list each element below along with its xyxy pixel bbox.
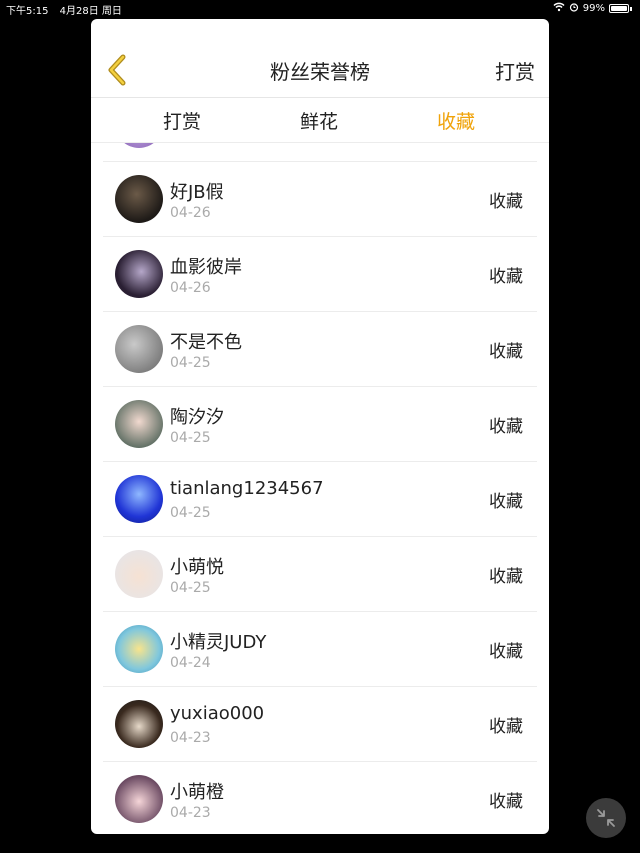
status-date: 4月28日 周日 bbox=[59, 6, 122, 17]
avatar bbox=[115, 625, 163, 673]
nav-bar: 粉丝荣誉榜 打赏 bbox=[91, 19, 549, 98]
list-item[interactable]: 好JB假 04-26 收藏 bbox=[103, 162, 537, 237]
collapse-icon bbox=[597, 809, 615, 827]
favorite-label: 收藏 bbox=[489, 417, 523, 437]
fan-list[interactable]: 04-27 好JB假 04-26 收藏 血影彼岸 04-26 收藏 不是不色 0… bbox=[103, 143, 537, 834]
minimize-button[interactable] bbox=[586, 798, 626, 838]
reward-button[interactable]: 打赏 bbox=[495, 56, 535, 85]
fan-date: 04-27 bbox=[170, 143, 211, 146]
avatar bbox=[115, 400, 163, 448]
avatar bbox=[115, 175, 163, 223]
list-item[interactable]: 小萌橙 04-23 收藏 bbox=[103, 762, 537, 834]
fan-date: 04-24 bbox=[170, 655, 211, 671]
tab-reward[interactable]: 打赏 bbox=[163, 107, 201, 134]
tab-flowers[interactable]: 鲜花 bbox=[300, 107, 338, 134]
favorite-label: 收藏 bbox=[489, 492, 523, 512]
alarm-icon bbox=[569, 2, 579, 15]
favorite-label: 收藏 bbox=[489, 642, 523, 662]
list-item[interactable]: 血影彼岸 04-26 收藏 bbox=[103, 237, 537, 312]
favorite-label: 收藏 bbox=[489, 717, 523, 737]
avatar bbox=[115, 143, 163, 148]
list-item[interactable]: 小萌悦 04-25 收藏 bbox=[103, 537, 537, 612]
list-item[interactable]: yuxiao000 04-23 收藏 bbox=[103, 687, 537, 762]
avatar bbox=[115, 250, 163, 298]
fan-name: 血影彼岸 bbox=[170, 257, 242, 278]
list-item[interactable]: tianlang1234567 04-25 收藏 bbox=[103, 462, 537, 537]
status-bar: 下午5:15 4月28日 周日 99% bbox=[0, 0, 640, 17]
list-item[interactable]: 不是不色 04-25 收藏 bbox=[103, 312, 537, 387]
fan-name: 小精灵JUDY bbox=[170, 632, 267, 653]
fan-date: 04-25 bbox=[170, 430, 211, 446]
favorite-label: 收藏 bbox=[489, 267, 523, 287]
fan-name: 小萌橙 bbox=[170, 782, 224, 803]
fan-date: 04-25 bbox=[170, 505, 211, 521]
tab-bar: 打赏 鲜花 收藏 bbox=[91, 98, 549, 143]
fan-name: yuxiao000 bbox=[170, 703, 265, 724]
avatar bbox=[115, 775, 163, 823]
favorite-label: 收藏 bbox=[489, 342, 523, 362]
favorite-label: 收藏 bbox=[489, 192, 523, 212]
battery-icon bbox=[609, 4, 629, 13]
fan-date: 04-26 bbox=[170, 280, 211, 296]
fan-name: 不是不色 bbox=[170, 332, 242, 353]
favorite-label: 收藏 bbox=[489, 567, 523, 587]
status-right: 99% bbox=[553, 2, 632, 15]
list-item[interactable]: 04-27 bbox=[103, 143, 537, 162]
wifi-icon bbox=[553, 2, 565, 15]
fan-name: tianlang1234567 bbox=[170, 478, 324, 499]
fan-name: 陶汐汐 bbox=[170, 407, 224, 428]
status-time-date: 下午5:15 4月28日 周日 bbox=[6, 2, 122, 17]
fan-date: 04-25 bbox=[170, 580, 211, 596]
tab-favorites[interactable]: 收藏 bbox=[437, 107, 475, 134]
avatar bbox=[115, 475, 163, 523]
avatar bbox=[115, 700, 163, 748]
list-item[interactable]: 小精灵JUDY 04-24 收藏 bbox=[103, 612, 537, 687]
fan-ranking-panel: 粉丝荣誉榜 打赏 打赏 鲜花 收藏 04-27 好JB假 04-26 收藏 血影… bbox=[91, 19, 549, 834]
page-title: 粉丝荣誉榜 bbox=[270, 60, 370, 84]
list-item[interactable]: 陶汐汐 04-25 收藏 bbox=[103, 387, 537, 462]
status-time: 下午5:15 bbox=[6, 6, 49, 17]
fan-date: 04-23 bbox=[170, 805, 211, 821]
avatar bbox=[115, 550, 163, 598]
favorite-label: 收藏 bbox=[489, 792, 523, 812]
battery-percent: 99% bbox=[582, 3, 605, 14]
fan-date: 04-26 bbox=[170, 205, 211, 221]
fan-name: 小萌悦 bbox=[170, 557, 224, 578]
avatar bbox=[115, 325, 163, 373]
fan-date: 04-25 bbox=[170, 355, 211, 371]
fan-date: 04-23 bbox=[170, 730, 211, 746]
fan-name: 好JB假 bbox=[170, 182, 224, 203]
